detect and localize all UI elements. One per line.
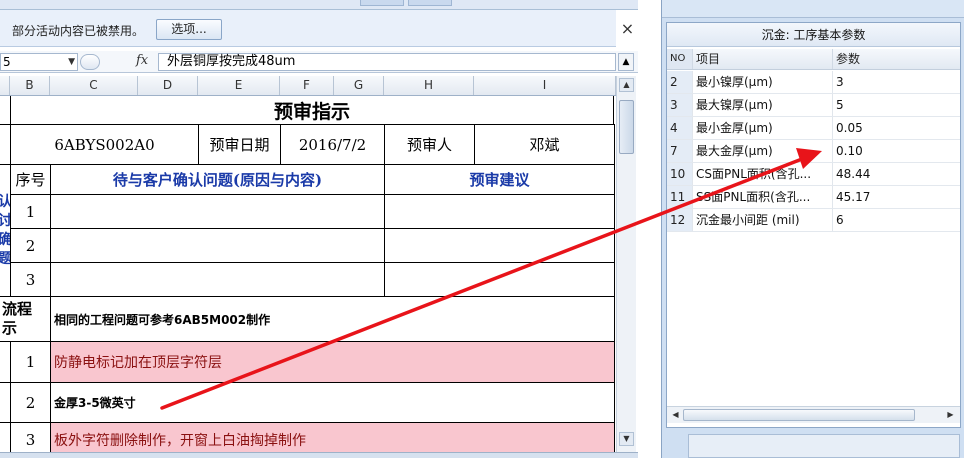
process-parameter-panel: 沉金: 工序基本参数 NO 项目 参数 2 最小镍厚(μm) 3 3 最大镍厚(… [661, 0, 964, 458]
header-item[interactable]: 项目 [693, 49, 833, 69]
column-header[interactable]: I [474, 76, 616, 95]
column-header[interactable]: E [198, 76, 280, 95]
header-issue[interactable]: 待与客户确认问题(原因与内容) [50, 164, 385, 195]
panel-top-bar [662, 0, 964, 18]
suggestion-cell[interactable] [384, 194, 615, 229]
ribbon-strip [0, 0, 638, 10]
process-row-text[interactable]: 金厚3-5微英寸 [50, 382, 615, 423]
row-item: 最小镍厚(μm) [693, 71, 833, 93]
process-row-number[interactable]: 2 [10, 382, 51, 423]
row-value[interactable]: 0.05 [833, 117, 960, 139]
horizontal-scrollbar[interactable]: ◀ ▶ [667, 406, 960, 423]
row-item: SS面PNL面积(含孔... [693, 186, 833, 208]
header-no[interactable]: NO [667, 49, 693, 69]
row-no: 10 [667, 163, 693, 185]
scroll-down-icon[interactable]: ▼ [619, 432, 634, 446]
panel-title: 沉金: 工序基本参数 [667, 23, 960, 47]
suggestion-cell[interactable] [384, 228, 615, 263]
row-value[interactable]: 6 [833, 209, 960, 231]
issue-cell[interactable] [50, 262, 385, 297]
fx-icon[interactable]: fx [136, 53, 148, 68]
column-headers: B C D E F G H I [0, 76, 616, 96]
scroll-right-icon[interactable]: ▶ [943, 408, 958, 422]
suggestion-cell[interactable] [384, 262, 615, 297]
row-item: 最大镍厚(μm) [693, 94, 833, 116]
row-number[interactable]: 2 [10, 228, 51, 263]
row-value[interactable]: 3 [833, 71, 960, 93]
panel-bottom-bar [688, 434, 960, 458]
header-value[interactable]: 参数 [833, 49, 960, 69]
process-row-text[interactable]: 防静电标记加在顶层字符层 [50, 341, 615, 383]
parameter-grid-container: 沉金: 工序基本参数 NO 项目 参数 2 最小镍厚(μm) 3 3 最大镍厚(… [666, 22, 961, 428]
header-suggestion[interactable]: 预审建议 [384, 164, 615, 195]
part-number-cell[interactable]: 6ABYS002A0 [10, 124, 199, 165]
parameter-row[interactable]: 7 最大金厚(μm) 0.10 [667, 140, 960, 163]
column-header[interactable]: C [50, 76, 138, 95]
scroll-up-icon[interactable]: ▲ [619, 78, 634, 92]
scrollbar-thumb[interactable] [683, 409, 915, 421]
row-value[interactable]: 48.44 [833, 163, 960, 185]
parameter-row[interactable]: 10 CS面PNL面积(含孔... 48.44 [667, 163, 960, 186]
row-item: 沉金最小间距 (mil) [693, 209, 833, 231]
row-number[interactable]: 3 [10, 262, 51, 297]
column-header[interactable]: F [280, 76, 334, 95]
scroll-left-icon[interactable]: ◀ [668, 408, 683, 422]
row-value[interactable]: 5 [833, 94, 960, 116]
row-no: 2 [667, 71, 693, 93]
row-no: 3 [667, 94, 693, 116]
expand-formula-icon[interactable]: ▲ [618, 53, 634, 71]
reviewer-value[interactable]: 邓斌 [474, 124, 615, 165]
close-icon[interactable]: × [619, 20, 636, 37]
formula-bar: 5 ▼ fx 外层铜厚按完成48um ▲ [0, 51, 638, 73]
review-date-label[interactable]: 预审日期 [198, 124, 281, 165]
parameter-row[interactable]: 11 SS面PNL面积(含孔... 45.17 [667, 186, 960, 209]
vertical-scrollbar[interactable]: ▲ ▼ [616, 76, 636, 452]
row-number[interactable]: 1 [10, 194, 51, 229]
excel-window: 部分活动内容已被禁用。 选项... × 5 ▼ fx 外层铜厚按完成48um ▲… [0, 0, 638, 458]
options-button[interactable]: 选项... [156, 19, 222, 40]
column-header[interactable]: G [334, 76, 384, 95]
sheet-title[interactable]: 预审指示 [10, 96, 614, 125]
row-value[interactable]: 45.17 [833, 186, 960, 208]
name-box[interactable]: 5 ▼ [0, 53, 78, 71]
process-note[interactable]: 相同的工程问题可参考6AB5M002制作 [50, 296, 615, 342]
row-item: CS面PNL面积(含孔... [693, 163, 833, 185]
column-header[interactable]: D [138, 76, 198, 95]
ribbon-tab-edge[interactable] [360, 0, 404, 6]
sheet-tabs-bar[interactable] [0, 452, 638, 458]
formula-bar-handle-icon[interactable] [80, 54, 100, 70]
parameter-row[interactable]: 3 最大镍厚(μm) 5 [667, 94, 960, 117]
name-box-value: 5 [3, 55, 11, 69]
review-date-value[interactable]: 2016/7/2 [280, 124, 385, 165]
parameter-row[interactable]: 4 最小金厚(μm) 0.05 [667, 117, 960, 140]
ribbon-tab-edge[interactable] [408, 0, 452, 6]
process-section-label[interactable]: 流程 示 [0, 296, 51, 342]
issue-cell[interactable] [50, 228, 385, 263]
reviewer-label[interactable]: 预审人 [384, 124, 475, 165]
row-no: 7 [667, 140, 693, 162]
security-message-bar: 部分活动内容已被禁用。 选项... × [0, 10, 634, 47]
row-value[interactable]: 0.10 [833, 140, 960, 162]
formula-input[interactable]: 外层铜厚按完成48um [158, 53, 616, 71]
column-header[interactable]: H [384, 76, 474, 95]
parameter-grid-header: NO 项目 参数 [667, 49, 960, 70]
row-no: 12 [667, 209, 693, 231]
parameter-row[interactable]: 12 沉金最小间距 (mil) 6 [667, 209, 960, 232]
issue-cell[interactable] [50, 194, 385, 229]
scrollbar-thumb[interactable] [619, 100, 634, 154]
row-no: 4 [667, 117, 693, 139]
security-message-text: 部分活动内容已被禁用。 [12, 24, 145, 38]
row-no: 11 [667, 186, 693, 208]
row-item: 最小金厚(μm) [693, 117, 833, 139]
row-item: 最大金厚(μm) [693, 140, 833, 162]
column-header[interactable]: B [10, 76, 50, 95]
column-header-a[interactable] [0, 76, 10, 95]
header-no[interactable]: 序号 [10, 164, 51, 195]
process-row-number[interactable]: 1 [10, 341, 51, 383]
chevron-down-icon[interactable]: ▼ [68, 54, 75, 70]
parameter-row[interactable]: 2 最小镍厚(μm) 3 [667, 71, 960, 94]
